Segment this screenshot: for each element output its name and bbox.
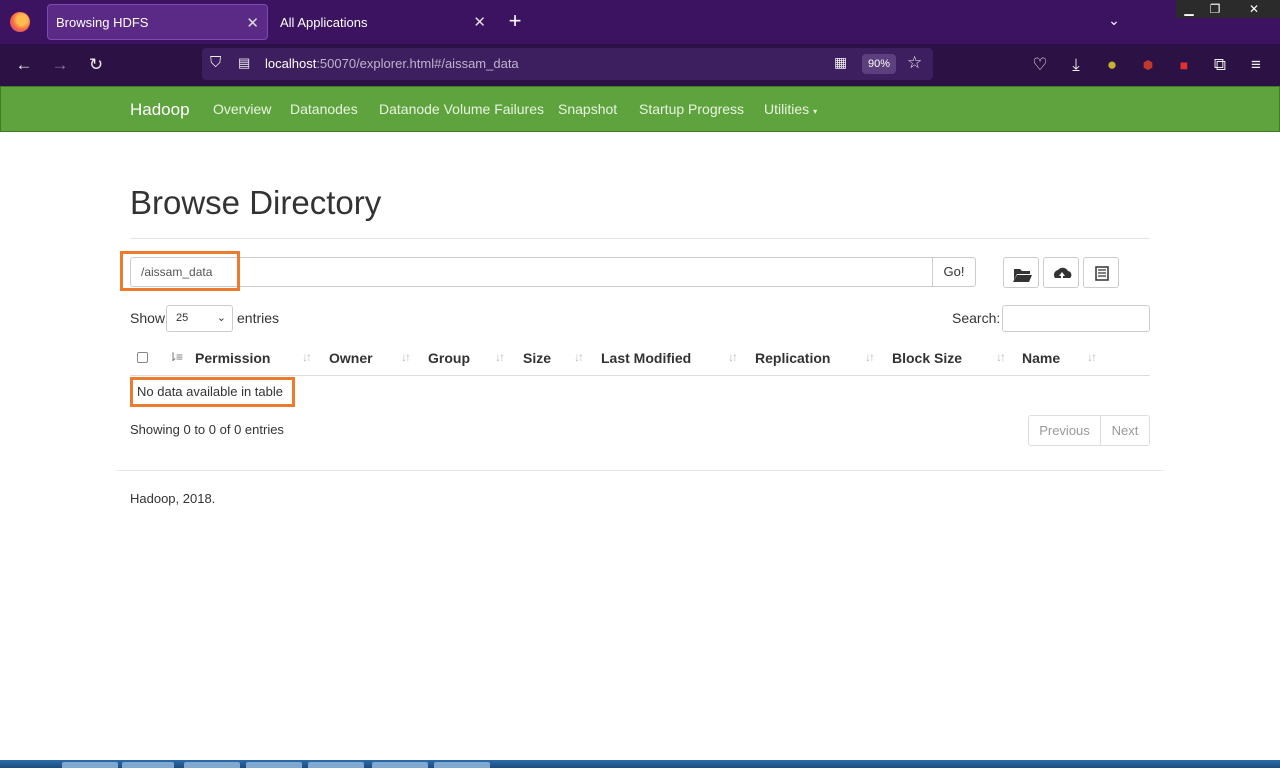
search-input[interactable] [1002,305,1150,332]
tab-title: Browsing HDFS [56,14,149,30]
table-info: Showing 0 to 0 of 0 entries [130,422,284,437]
taskbar-item[interactable] [62,762,118,768]
menu-icon[interactable]: ≡ [1244,53,1268,77]
tab-strip: Browsing HDFS ✕ All Applications ✕ + ⌄ ▁… [0,0,1280,44]
divider [116,470,1164,471]
column-header-size[interactable]: Size [523,350,551,366]
cut-paste-button[interactable] [1083,257,1119,288]
sort-asc-icon[interactable]: ⇂≡ [168,350,183,364]
reload-icon[interactable]: ↻ [84,53,108,77]
nav-item-utilities-label: Utilities [764,101,810,117]
sort-icon[interactable]: ↓↑ [865,350,875,364]
column-header-owner[interactable]: Owner [329,350,373,366]
sort-icon[interactable]: ↓↑ [401,350,411,364]
column-header-permission[interactable]: Permission [195,350,270,366]
show-label: Show [130,310,166,326]
url-bar[interactable]: ⛉ ▤ localhost:50070/explorer.html#/aissa… [202,48,933,80]
column-header-last-modified[interactable]: Last Modified [601,350,691,366]
folder-open-icon [1013,269,1032,282]
navigation-toolbar: ← → ↻ ⛉ ▤ localhost:50070/explorer.html#… [0,44,1280,86]
sort-icon[interactable]: ↓↑ [574,350,584,364]
directory-path-input[interactable]: /aissam_data [130,257,933,287]
column-header-block-size[interactable]: Block Size [892,350,962,366]
caret-down-icon: ▾ [813,107,818,116]
cloud-upload-icon [1053,267,1072,280]
nav-item-startup-progress[interactable]: Startup Progress [639,101,744,117]
taskbar-item[interactable] [372,762,428,768]
sort-icon[interactable]: ↓↑ [495,350,505,364]
pagination: Previous Next [1028,415,1150,446]
tab-all-applications[interactable]: All Applications ✕ [272,4,494,40]
create-directory-button[interactable] [1003,257,1039,288]
entries-value: 25 [176,312,189,324]
close-window-icon[interactable]: ✕ [1228,0,1280,18]
go-button[interactable]: Go! [932,257,976,287]
ublock-icon[interactable]: ⬢ [1136,53,1160,77]
url-host: localhost [265,56,317,71]
lock-extension-icon[interactable]: ■ [1172,53,1196,77]
back-arrow-icon[interactable]: ← [12,53,36,77]
tab-browsing-hdfs[interactable]: Browsing HDFS ✕ [47,4,268,40]
extension-icon[interactable]: ● [1100,53,1124,77]
taskbar-item[interactable] [184,762,240,768]
next-page-button[interactable]: Next [1101,416,1149,445]
page-icon[interactable]: ▤ [238,55,250,71]
nav-item-snapshot[interactable]: Snapshot [558,101,617,117]
list-icon [1095,266,1109,281]
close-icon[interactable]: ✕ [246,14,259,32]
tab-title: All Applications [280,14,368,30]
pocket-icon[interactable]: ♡ [1028,53,1052,77]
reader-mode-icon[interactable]: ▦ [834,54,847,71]
annotation-highlight [120,251,240,291]
chevron-down-icon: ⌄ [216,312,226,324]
nav-item-utilities[interactable]: Utilities ▾ [764,101,817,117]
sort-icon[interactable]: ↓↑ [1087,350,1097,364]
firefox-logo-icon[interactable] [10,12,30,32]
download-icon[interactable]: ⤓ [1064,53,1088,77]
forward-arrow-icon[interactable]: → [48,53,72,77]
sort-icon[interactable]: ↓↑ [302,350,312,364]
bookmark-star-icon[interactable]: ☆ [907,53,922,73]
entries-label: entries [237,310,280,326]
annotation-highlight [130,377,295,407]
taskbar-item[interactable] [308,762,364,768]
divider [130,238,1150,239]
taskbar-item[interactable] [434,762,490,768]
page-title: Browse Directory [130,184,382,221]
hadoop-brand[interactable]: Hadoop [130,100,190,120]
nav-item-datanodes[interactable]: Datanodes [290,101,358,117]
shield-icon[interactable]: ⛉ [210,54,221,71]
zoom-level-badge[interactable]: 90% [862,54,896,74]
column-header-group[interactable]: Group [428,350,470,366]
column-header-name[interactable]: Name [1022,350,1060,366]
entries-per-page-select[interactable]: 25 ⌄ [166,305,233,332]
url-path: :50070/explorer.html#/aissam_data [316,56,519,71]
table-header-divider [130,375,1150,376]
url-text[interactable]: localhost:50070/explorer.html#/aissam_da… [265,56,519,71]
minimize-icon[interactable]: ▁ [1176,0,1202,18]
previous-page-button[interactable]: Previous [1029,416,1101,445]
hadoop-navbar: Hadoop Overview Datanodes Datanode Volum… [0,86,1280,132]
nav-item-datanode-volume-failures[interactable]: Datanode Volume Failures [379,101,544,117]
footer-text: Hadoop, 2018. [130,491,216,506]
chevron-down-icon[interactable]: ⌄ [1104,12,1124,32]
extensions-puzzle-icon[interactable]: ⧉ [1208,53,1232,77]
taskbar-item[interactable] [246,762,302,768]
taskbar-item[interactable] [122,762,174,768]
nav-item-overview[interactable]: Overview [213,101,271,117]
new-tab-plus-icon[interactable]: + [506,10,524,32]
sort-icon[interactable]: ↓↑ [996,350,1006,364]
select-all-checkbox[interactable] [137,352,148,363]
column-header-replication[interactable]: Replication [755,350,830,366]
sort-icon[interactable]: ↓↑ [728,350,738,364]
upload-button[interactable] [1043,257,1079,288]
search-label: Search: [952,310,1001,326]
restore-icon[interactable]: ❐ [1202,0,1228,18]
close-icon[interactable]: ✕ [473,13,486,31]
